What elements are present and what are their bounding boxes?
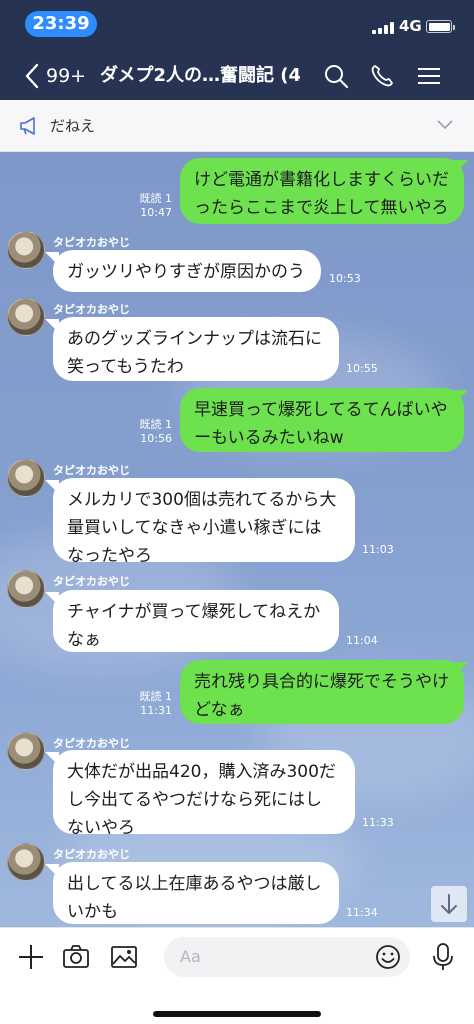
message-time: 10:53 bbox=[329, 272, 361, 285]
chevron-down-icon[interactable] bbox=[436, 118, 454, 132]
status-bar: 23:39 4G bbox=[0, 0, 474, 46]
message-time: 11:03 bbox=[362, 543, 394, 556]
avatar[interactable] bbox=[7, 459, 45, 497]
image-icon[interactable] bbox=[109, 942, 139, 972]
status-time[interactable]: 23:39 bbox=[25, 11, 97, 37]
megaphone-icon bbox=[20, 117, 35, 135]
input-placeholder: Aa bbox=[180, 947, 201, 966]
sender-name: タピオカおやじ bbox=[53, 464, 130, 477]
message-bubble[interactable]: けど電通が書籍化しますくらいだ ったらここまで炎上して無いやろ bbox=[180, 158, 464, 224]
sender-name: タピオカおやじ bbox=[53, 303, 130, 316]
unread-count: 99+ bbox=[46, 65, 87, 87]
network-label: 4G bbox=[399, 17, 422, 35]
battery-icon bbox=[426, 20, 455, 33]
mic-icon[interactable] bbox=[428, 942, 458, 972]
arrow-down-icon bbox=[441, 894, 457, 914]
avatar[interactable] bbox=[7, 843, 45, 881]
avatar[interactable] bbox=[7, 570, 45, 608]
home-indicator[interactable] bbox=[153, 1011, 321, 1017]
emoji-icon[interactable] bbox=[374, 943, 402, 971]
message-time: 10:55 bbox=[346, 362, 378, 375]
avatar[interactable] bbox=[7, 732, 45, 770]
search-icon[interactable] bbox=[322, 62, 350, 90]
avatar[interactable] bbox=[7, 231, 45, 269]
message-bubble[interactable]: 早速買って爆死してるてんばいや ーもいるみたいねw bbox=[180, 388, 464, 452]
phone-icon[interactable] bbox=[368, 62, 396, 90]
message-time: 11:34 bbox=[346, 906, 378, 919]
message-bubble[interactable]: 出してる以上在庫あるやつは厳し いかも bbox=[53, 862, 339, 924]
plus-icon[interactable] bbox=[16, 942, 46, 972]
message-time: 11:04 bbox=[346, 634, 378, 647]
menu-icon[interactable] bbox=[415, 62, 443, 90]
message-bubble[interactable]: 売れ残り具合的に爆死でそうやけ どなぁ bbox=[180, 660, 464, 724]
chat-title: ダメプ2人の…奮闘記 (4) bbox=[100, 65, 300, 86]
announcement-text: だねえ bbox=[50, 117, 96, 135]
message-bubble[interactable]: ガッツリやりすぎが原因かのう bbox=[53, 250, 321, 292]
sender-name: タピオカおやじ bbox=[53, 575, 130, 588]
read-receipt: 既読 1 10:56 bbox=[139, 418, 173, 445]
chat-area[interactable]: 既読 1 10:47 けど電通が書籍化しますくらいだ ったらここまで炎上して無いや… bbox=[0, 152, 474, 927]
message-bubble[interactable]: メルカリで300個は売れてるから大 量買いしてなきゃ小遣い稼ぎには なったやろ bbox=[53, 478, 355, 566]
sender-name: タピオカおやじ bbox=[53, 236, 130, 249]
signal-icon bbox=[372, 22, 394, 34]
message-bubble[interactable]: 大体だが出品420，購入済み300だ し今出てるやつだけなら死にはし ないやろ bbox=[53, 750, 355, 838]
read-receipt: 既読 1 10:47 bbox=[139, 192, 173, 219]
read-receipt: 既読 1 11:31 bbox=[139, 690, 173, 717]
chat-header: 99+ ダメプ2人の…奮闘記 (4) bbox=[0, 52, 474, 100]
message-input[interactable]: Aa bbox=[164, 937, 410, 977]
message-bubble[interactable]: あのグッズラインナップは流石に 笑ってもうたわ bbox=[53, 317, 339, 381]
chevron-left-icon bbox=[25, 63, 39, 89]
avatar[interactable] bbox=[7, 298, 45, 336]
message-bubble[interactable]: チャイナが買って爆死してねえか なぁ bbox=[53, 590, 339, 652]
back-button[interactable]: 99+ bbox=[24, 62, 96, 90]
input-bar: Aa bbox=[0, 927, 474, 1024]
camera-icon[interactable] bbox=[61, 942, 91, 972]
top-bar: 23:39 4G 99+ ダメプ2人の…奮闘記 (4) bbox=[0, 0, 474, 100]
sender-name: タピオカおやじ bbox=[53, 737, 130, 750]
message-time: 11:33 bbox=[362, 816, 394, 829]
sender-name: タピオカおやじ bbox=[53, 848, 130, 861]
scroll-down-button[interactable] bbox=[431, 886, 467, 922]
announcement-bar[interactable]: だねえ bbox=[0, 100, 474, 152]
